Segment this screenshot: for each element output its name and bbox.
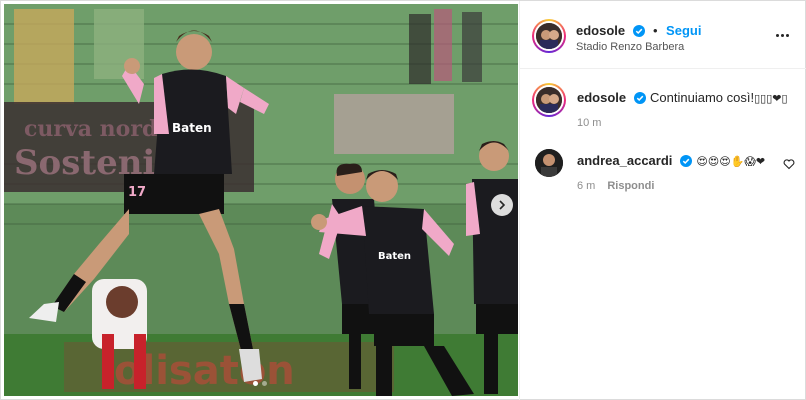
- follow-button[interactable]: Segui: [666, 23, 701, 38]
- comment-time[interactable]: 6 m: [577, 180, 595, 192]
- more-options-icon: [776, 33, 779, 37]
- comment-item: andrea_accardi 😍😍😍✋😱❤ 6 m Rispondi: [520, 147, 806, 197]
- carousel-indicator: [253, 381, 267, 386]
- comment-emojis: 😍😍😍✋😱❤: [696, 155, 766, 168]
- reply-button[interactable]: Rispondi: [607, 180, 654, 192]
- svg-text:curva nord: curva nord: [24, 116, 157, 142]
- next-slide-button[interactable]: [491, 194, 513, 216]
- author-avatar[interactable]: [532, 19, 566, 53]
- post-location[interactable]: Stadio Renzo Barbera: [576, 41, 684, 53]
- verified-badge-icon: [633, 92, 646, 104]
- header-title-row: edosole • Segui: [576, 22, 701, 40]
- shirt-number: 17: [128, 185, 146, 200]
- commenter-username[interactable]: andrea_accardi: [577, 153, 672, 168]
- caption-emojis: ▯▯▯❤▯: [754, 92, 788, 105]
- comment-meta: 6 m Rispondi: [577, 180, 654, 192]
- separator-dot: •: [653, 23, 658, 38]
- commenter-avatar[interactable]: [535, 149, 563, 177]
- caption-username[interactable]: edosole: [577, 90, 626, 105]
- caption-text: Continuiamo così!: [650, 90, 755, 105]
- heart-icon[interactable]: [783, 158, 795, 170]
- caption: edosole Continuiamo così!▯▯▯❤▯ 10 m: [520, 83, 806, 133]
- verified-badge-icon: [632, 25, 645, 37]
- verified-badge-icon: [679, 155, 692, 167]
- post-photo[interactable]: curva nord Sostenitori olisaton Baten 17…: [4, 4, 518, 396]
- caption-line: edosole Continuiamo così!▯▯▯❤▯: [577, 89, 788, 107]
- carousel-dot-active: [253, 381, 258, 386]
- svg-text:Baten: Baten: [378, 251, 411, 262]
- celebration-photo: curva nord Sostenitori olisaton Baten 17…: [4, 4, 518, 396]
- sponsor-text: Baten: [172, 121, 212, 135]
- more-options-button[interactable]: [776, 28, 794, 42]
- post-sidebar: edosole • Segui Stadio Renzo Barbera edo…: [519, 1, 806, 400]
- chevron-right-icon: [499, 200, 506, 210]
- comment-line: andrea_accardi 😍😍😍✋😱❤: [577, 152, 765, 170]
- instagram-post: curva nord Sostenitori olisaton Baten 17…: [0, 0, 806, 400]
- caption-time[interactable]: 10 m: [577, 117, 601, 129]
- caption-avatar[interactable]: [532, 83, 566, 117]
- author-username[interactable]: edosole: [576, 23, 625, 38]
- carousel-dot: [262, 381, 267, 386]
- post-header: edosole • Segui Stadio Renzo Barbera: [520, 1, 806, 69]
